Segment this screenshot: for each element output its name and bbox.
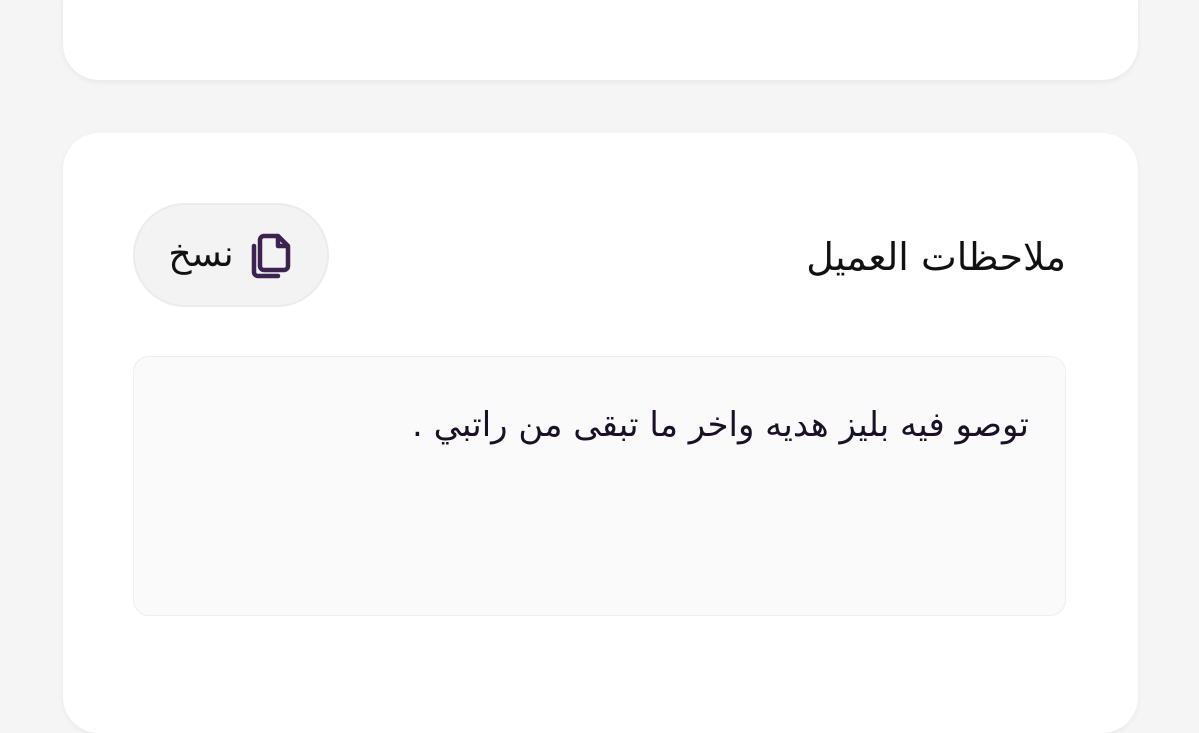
previous-card — [63, 0, 1138, 80]
copy-icon — [248, 230, 294, 280]
customer-notes-title: ملاحظات العميل — [806, 235, 1066, 279]
copy-button-label: نسخ — [168, 234, 234, 275]
copy-button[interactable]: نسخ — [133, 203, 329, 307]
customer-notes-box: توصو فيه بليز هديه واخر ما تبقى من راتبي… — [133, 356, 1066, 616]
customer-notes-text: توصو فيه بليز هديه واخر ما تبقى من راتبي… — [412, 405, 1029, 445]
customer-notes-card: ملاحظات العميل نسخ توصو فيه بليز هديه وا… — [63, 133, 1138, 733]
